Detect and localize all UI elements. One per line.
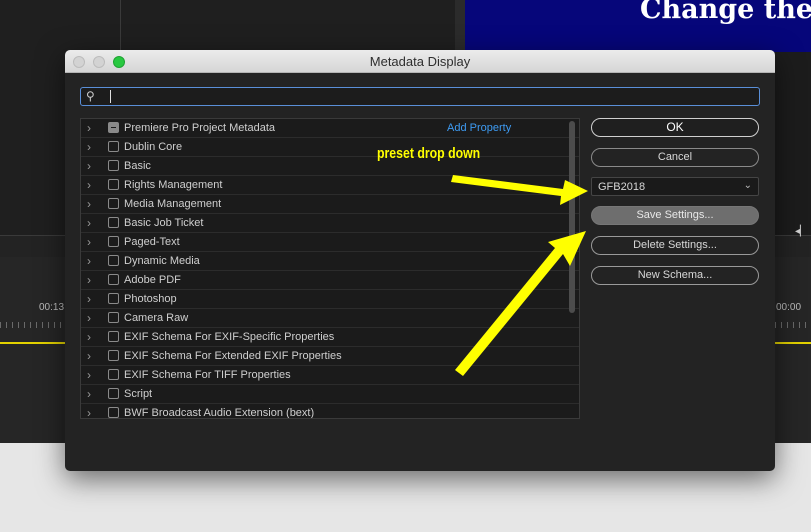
chevron-right-icon[interactable]: › <box>87 178 91 192</box>
text-cursor <box>110 90 111 103</box>
playhead-line-left <box>0 342 65 344</box>
delete-settings-button[interactable]: Delete Settings... <box>591 236 759 255</box>
metadata-display-dialog: Metadata Display ⚲ › Premiere Pro Project… <box>65 50 775 471</box>
schema-checkbox[interactable] <box>108 217 119 228</box>
ok-button[interactable]: OK <box>591 118 759 137</box>
schema-checkbox[interactable] <box>108 122 119 133</box>
schema-label: BWF Broadcast Audio Extension (bext) <box>124 407 315 419</box>
schema-list-item[interactable]: › BWF Broadcast Audio Extension (bext) <box>81 404 579 419</box>
chevron-right-icon[interactable]: › <box>87 216 91 230</box>
schema-checkbox[interactable] <box>108 293 119 304</box>
schema-checkbox[interactable] <box>108 388 119 399</box>
chevron-right-icon[interactable]: › <box>87 292 91 306</box>
schema-label: Paged-Text <box>124 236 180 248</box>
schema-label: Dublin Core <box>124 141 183 153</box>
schema-list-item[interactable]: › Photoshop <box>81 290 579 309</box>
schema-label: Script <box>124 388 153 400</box>
new-schema-button[interactable]: New Schema... <box>591 266 759 285</box>
schema-checkbox[interactable] <box>108 369 119 380</box>
search-icon: ⚲ <box>86 89 95 103</box>
dialog-title: Metadata Display <box>369 54 471 69</box>
add-property-link[interactable]: Add Property <box>447 122 511 134</box>
timeline-ruler-left <box>0 322 70 328</box>
schema-checkbox[interactable] <box>108 274 119 285</box>
playhead-line-right <box>775 342 811 344</box>
schema-list-item[interactable]: › Media Management <box>81 195 579 214</box>
timeline-ruler-right <box>775 322 811 328</box>
scrollbar-thumb[interactable] <box>569 121 575 313</box>
schema-checkbox[interactable] <box>108 179 119 190</box>
search-input[interactable] <box>105 88 745 105</box>
program-monitor-side <box>775 52 811 235</box>
chevron-right-icon[interactable]: › <box>87 140 91 154</box>
schema-list-item[interactable]: › Rights Management <box>81 176 579 195</box>
schema-label: Basic Job Ticket <box>124 217 204 229</box>
schema-label: Rights Management <box>124 179 223 191</box>
chevron-right-icon[interactable]: › <box>87 273 91 287</box>
chevron-right-icon[interactable]: › <box>87 197 91 211</box>
schema-list-item[interactable]: › Basic <box>81 157 579 176</box>
schema-list-item[interactable]: › Basic Job Ticket <box>81 214 579 233</box>
schema-list-item[interactable]: › EXIF Schema For Extended EXIF Propertie… <box>81 347 579 366</box>
chevron-right-icon[interactable]: › <box>87 368 91 382</box>
chevron-down-icon: ⌄ <box>743 180 752 191</box>
title-bar: Metadata Display <box>65 50 775 73</box>
chevron-right-icon[interactable]: › <box>87 330 91 344</box>
schema-list-item[interactable]: › EXIF Schema For TIFF Properties <box>81 366 579 385</box>
schema-list-item[interactable]: › Camera Raw <box>81 309 579 328</box>
schema-list-item[interactable]: › Adobe PDF <box>81 271 579 290</box>
schema-checkbox[interactable] <box>108 331 119 342</box>
schema-label: Dynamic Media <box>124 255 200 267</box>
schema-label: Media Management <box>124 198 222 210</box>
timecode-right: 00:00 <box>776 302 802 313</box>
schema-label: EXIF Schema For TIFF Properties <box>124 369 291 381</box>
timecode-left: 00:13 <box>39 302 65 313</box>
schema-list: › Premiere Pro Project Metadata Add Proper… <box>80 118 580 419</box>
schema-label: Photoshop <box>124 293 177 305</box>
chevron-right-icon[interactable]: › <box>87 235 91 249</box>
search-field[interactable]: ⚲ <box>80 87 760 106</box>
schema-label: Adobe PDF <box>124 274 181 286</box>
schema-label: EXIF Schema For EXIF-Specific Properties <box>124 331 335 343</box>
schema-list-item[interactable]: › EXIF Schema For EXIF-Specific Propertie… <box>81 328 579 347</box>
schema-checkbox[interactable] <box>108 312 119 323</box>
panel-divider <box>120 0 121 50</box>
schema-label: Basic <box>124 160 151 172</box>
video-title-text: Change the <box>640 0 811 25</box>
schema-list-item[interactable]: › Dynamic Media <box>81 252 579 271</box>
chevron-right-icon[interactable]: › <box>87 159 91 173</box>
preset-selected-value: GFB2018 <box>598 181 646 193</box>
chevron-right-icon[interactable]: › <box>87 311 91 325</box>
schema-label: Premiere Pro Project Metadata <box>124 122 276 134</box>
schema-checkbox[interactable] <box>108 160 119 171</box>
schema-checkbox[interactable] <box>108 255 119 266</box>
chevron-right-icon[interactable]: › <box>87 387 91 401</box>
chevron-right-icon[interactable]: › <box>87 406 91 418</box>
schema-label: EXIF Schema For Extended EXIF Properties <box>124 350 342 362</box>
chevron-right-icon[interactable]: › <box>87 254 91 268</box>
schema-checkbox[interactable] <box>108 141 119 152</box>
schema-checkbox[interactable] <box>108 236 119 247</box>
chevron-right-icon[interactable]: › <box>87 121 91 135</box>
list-scrollbar[interactable] <box>568 119 577 418</box>
schema-list-item[interactable]: › Dublin Core <box>81 138 579 157</box>
schema-checkbox[interactable] <box>108 198 119 209</box>
schema-list-item[interactable]: › Paged-Text <box>81 233 579 252</box>
save-settings-button[interactable]: Save Settings... <box>591 206 759 225</box>
schema-list-item[interactable]: › Script <box>81 385 579 404</box>
chevron-right-icon[interactable]: › <box>87 349 91 363</box>
annotation-label: preset drop down <box>377 145 481 162</box>
schema-checkbox[interactable] <box>108 407 119 418</box>
schema-list-item[interactable]: › Premiere Pro Project Metadata Add Proper… <box>81 119 579 138</box>
cancel-button[interactable]: Cancel <box>591 148 759 167</box>
schema-label: Camera Raw <box>124 312 189 324</box>
schema-checkbox[interactable] <box>108 350 119 361</box>
go-to-in-icon[interactable]: ◂▏ <box>795 226 808 237</box>
program-monitor-video: Change the <box>465 0 811 52</box>
preset-dropdown[interactable]: GFB2018 ⌄ <box>591 177 759 196</box>
